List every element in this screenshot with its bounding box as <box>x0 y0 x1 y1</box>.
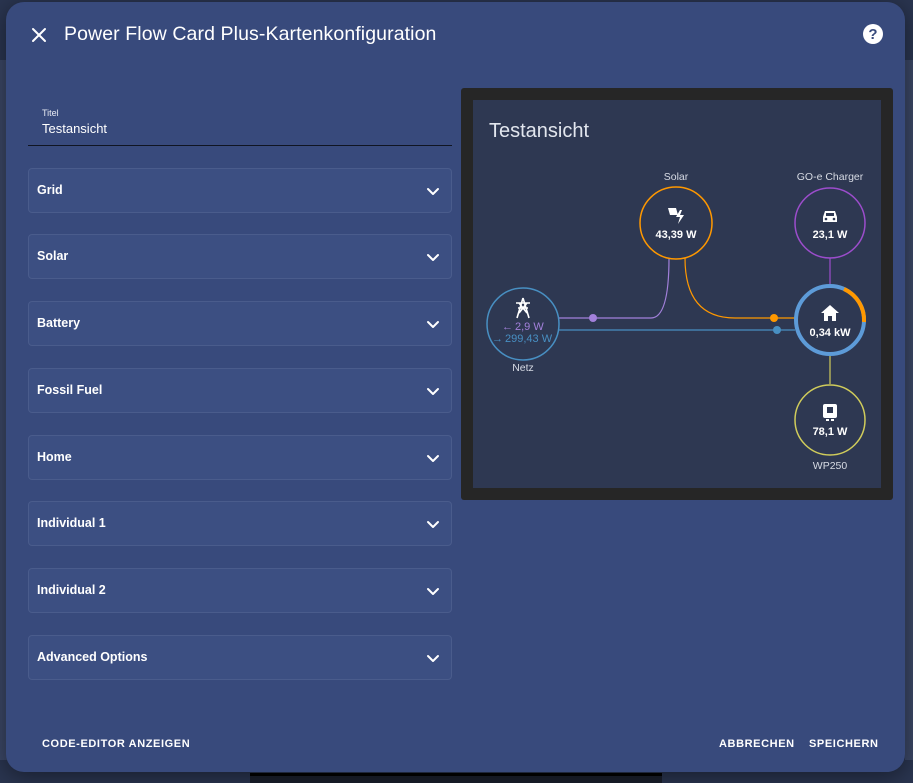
chevron-down-icon <box>427 655 439 662</box>
flow-grid-to-solar-line <box>559 257 670 319</box>
car-icon <box>823 211 837 222</box>
solar-node <box>639 186 713 260</box>
expander-label: Home <box>37 450 72 464</box>
flow-dot-grid-solar <box>589 314 597 322</box>
code-editor-button[interactable]: CODE-EDITOR ANZEIGEN <box>42 738 190 750</box>
title-field-label: Titel <box>42 108 59 118</box>
save-button[interactable]: SPEICHERN <box>809 738 879 750</box>
cancel-button[interactable]: ABBRECHEN <box>719 738 795 750</box>
chevron-down-icon <box>427 254 439 261</box>
flow-dot-solar-home <box>770 314 778 322</box>
close-button[interactable] <box>26 22 52 48</box>
help-button[interactable]: ? <box>863 24 883 44</box>
expander-label: Battery <box>37 316 81 330</box>
expander-label: Individual 1 <box>37 516 106 530</box>
charger-value: 23,1 W <box>813 229 848 241</box>
chevron-down-icon <box>427 188 439 195</box>
charger-label: GO-e Charger <box>797 171 864 183</box>
background-strip-bottom <box>250 773 662 783</box>
chevron-down-icon <box>427 388 439 395</box>
card-config-dialog: Power Flow Card Plus-Kartenkonfiguration… <box>6 2 905 772</box>
background-strip-right <box>905 60 913 760</box>
chevron-down-icon <box>427 521 439 528</box>
heatpump-value: 78,1 W <box>813 426 848 438</box>
expander-label: Solar <box>37 249 69 263</box>
heatpump-node <box>794 384 866 456</box>
power-flow-card: Testansicht Solar 43,39 W GO-e Charger 2… <box>473 100 881 488</box>
card-preview: Testansicht Solar 43,39 W GO-e Charger 2… <box>461 88 893 500</box>
flow-solar-to-home-line <box>684 257 795 319</box>
chevron-down-icon <box>427 321 439 328</box>
solar-value: 43,39 W <box>656 229 698 241</box>
help-icon: ? <box>868 25 878 43</box>
expander-fossil-fuel[interactable]: Fossil Fuel <box>28 368 452 413</box>
expander-individual-1[interactable]: Individual 1 <box>28 501 452 546</box>
flow-dot-grid-home <box>773 326 781 334</box>
expander-label: Fossil Fuel <box>37 383 103 397</box>
expander-label: Individual 2 <box>37 583 106 597</box>
grid-import-value: 299,43 W <box>505 333 553 345</box>
grid-label: Netz <box>512 362 534 374</box>
expander-advanced-options[interactable]: Advanced Options <box>28 635 452 680</box>
chevron-down-icon <box>427 455 439 462</box>
heatpump-label: WP250 <box>813 460 848 472</box>
expander-grid[interactable]: Grid <box>28 168 452 213</box>
expander-label: Advanced Options <box>37 650 148 664</box>
expander-label: Grid <box>37 183 63 197</box>
power-flow-diagram: Solar 43,39 W GO-e Charger 23,1 W ← 2,9 … <box>486 171 867 472</box>
expander-solar[interactable]: Solar <box>28 234 452 279</box>
solar-label: Solar <box>664 171 689 183</box>
dialog-header: Power Flow Card Plus-Kartenkonfiguration… <box>6 2 905 66</box>
expander-battery[interactable]: Battery <box>28 301 452 346</box>
title-field-value[interactable]: Testansicht <box>42 121 107 136</box>
close-icon <box>32 28 46 42</box>
title-field[interactable]: Titel Testansicht <box>28 100 452 146</box>
grid-import-arrow: → <box>492 333 503 345</box>
grid-export-value: 2,9 W <box>515 321 544 333</box>
home-value: 0,34 kW <box>810 327 852 339</box>
expander-home[interactable]: Home <box>28 435 452 480</box>
dialog-title: Power Flow Card Plus-Kartenkonfiguration <box>64 23 437 45</box>
charger-node <box>794 187 866 259</box>
expander-individual-2[interactable]: Individual 2 <box>28 568 452 613</box>
chevron-down-icon <box>427 588 439 595</box>
grid-export-arrow: ← <box>502 321 513 333</box>
